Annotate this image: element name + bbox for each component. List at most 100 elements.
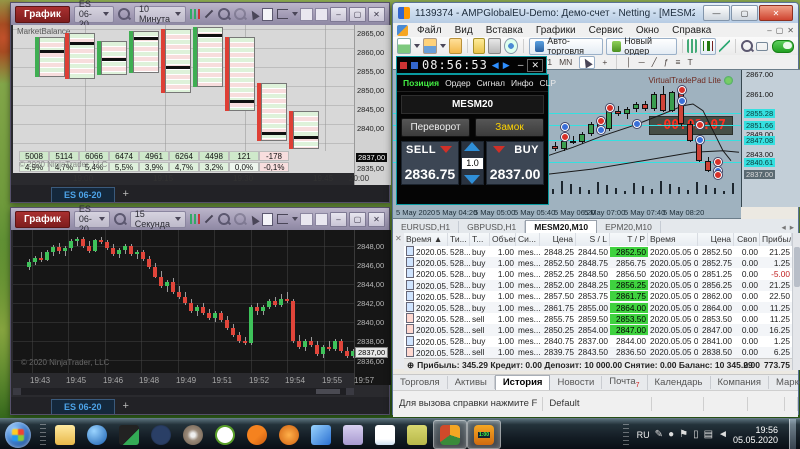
mdi-close-icon[interactable]: ✕ [787, 26, 794, 35]
clock-prev-icon[interactable]: ◀ [492, 60, 499, 71]
volume-value[interactable]: 1.0 [462, 157, 483, 169]
mdi-restore-icon[interactable]: ▢ [776, 26, 784, 35]
menu-item-сервис[interactable]: Сервис [583, 24, 629, 37]
chevron-down-icon[interactable] [439, 44, 446, 48]
table-row[interactable]: 2020.05...528...buy 1.00 mes... 2861.75 2855… [404, 301, 792, 314]
show-desktop-button[interactable] [789, 419, 796, 449]
taskbar-sticky-note-icon[interactable] [401, 421, 433, 448]
scroll-left-icon[interactable] [13, 388, 21, 395]
timeframe-mn[interactable]: MN [559, 57, 572, 67]
table-row[interactable]: 2020.05...528...buy 1.00 mes... 2852.00 2848… [404, 279, 792, 291]
candle-chart-type-icon[interactable] [700, 37, 717, 55]
mt5-titlebar[interactable]: 1139374 - AMPGlobalEU-Demo: Демо-счет - … [393, 3, 798, 23]
table-row[interactable]: 2020.05...528...sell 1.00 mes... 2855.75 285… [404, 313, 792, 324]
history-table-header[interactable]: Время ▲Ти...Т...ОбъемСи...ЦенаS / LT / P… [404, 233, 792, 247]
nt2-interval-select[interactable]: 15 Секунда [129, 209, 186, 229]
clock-minimize-button[interactable]: – [518, 60, 524, 71]
nt1-tab-es0620[interactable]: ES 06-20 [51, 187, 115, 202]
col-header-1[interactable]: Ти... [448, 233, 470, 246]
more-options-icon[interactable] [292, 217, 298, 221]
taskbar-clock[interactable]: 19:56 05.05.2020 [733, 425, 784, 445]
cursor-tool-icon[interactable] [579, 55, 596, 69]
draw-tool-3-icon[interactable]: ƒ [664, 57, 669, 67]
menu-item-вставка[interactable]: Вставка [480, 24, 529, 37]
taskbar-browser-sphere-icon[interactable] [81, 421, 113, 448]
col-header-10[interactable]: Своп [734, 233, 760, 246]
draw-pencil-icon[interactable] [204, 7, 214, 22]
vtp-tab-инфо[interactable]: Инфо [511, 78, 534, 88]
chart-tab-gbpusd[interactable]: GBPUSD,H1 [459, 221, 526, 233]
nt1-titlebar[interactable]: График ES 06-20 10 Минута – ▢ ✕ [11, 0, 389, 29]
notes-icon[interactable] [262, 7, 273, 22]
chart-style-icon[interactable] [190, 7, 200, 22]
toolbox-tab-маркет[interactable]: Маркет [769, 376, 800, 389]
mt5-price-axis[interactable]: 2867.00 2861.00 2849.00 2843.00 2855.28 2851.… [741, 70, 800, 207]
search-icon[interactable] [117, 7, 130, 22]
col-header-9[interactable]: Цена [698, 233, 734, 246]
nt2-candle-chart[interactable]: © 2020 NinjaTrader, LLC [13, 230, 354, 373]
link-square2-icon[interactable] [315, 212, 328, 226]
vtp-tab-позиция[interactable]: Позиция [403, 78, 439, 88]
chat-icon[interactable] [756, 39, 769, 54]
one-click-toggle[interactable] [771, 39, 794, 53]
chevron-down-icon[interactable] [413, 44, 420, 48]
sell-button[interactable]: SELL 2836.75 [401, 141, 459, 185]
nt1-add-tab-button[interactable]: + [117, 188, 135, 202]
menu-item-файл[interactable]: Файл [411, 24, 448, 37]
expand-icon[interactable]: ⊕ [404, 360, 417, 371]
volume-stepper[interactable]: 1.0 [460, 141, 485, 185]
link-square-icon[interactable] [300, 7, 313, 21]
mt5-close-button[interactable]: ✕ [759, 5, 793, 21]
tab-scroll-left-icon[interactable]: ◂ [781, 222, 785, 233]
table-row[interactable]: 2020.05...528...sell 1.00 mes... 2850.25 285… [404, 324, 792, 336]
nt1-minimize-button[interactable]: – [330, 6, 347, 22]
taskbar-daemon-tools-icon[interactable] [145, 421, 177, 448]
col-header-2[interactable]: Т... [470, 233, 490, 246]
toolbox-tab-календарь[interactable]: Календарь [648, 376, 711, 389]
data-folder-icon[interactable] [448, 38, 463, 54]
nt2-close-button[interactable]: ✕ [368, 211, 385, 227]
vtp-tab-clp[interactable]: CLP [540, 78, 557, 88]
table-row[interactable]: 2020.05...528...buy 1.00 mes... 2852.25 2848… [404, 268, 792, 279]
zoom-in-icon[interactable] [218, 7, 230, 22]
panel-icon[interactable] [277, 7, 288, 22]
autotrade-button[interactable]: Авто-торговля [529, 36, 603, 56]
nt2-add-tab-button[interactable]: + [117, 400, 135, 414]
clock-next-icon[interactable]: ▶ [503, 60, 510, 71]
cursor-icon[interactable] [248, 7, 260, 22]
bar-chart-type-icon[interactable] [687, 39, 698, 53]
scroll-right-icon[interactable] [346, 388, 354, 395]
vtp-clock-bar[interactable]: 08:56:53 ◀ ▶ – ✕ [396, 56, 547, 74]
taskbar-info-icon[interactable] [273, 421, 305, 448]
zoom-in-icon[interactable] [740, 39, 753, 54]
mdi-minimize-icon[interactable]: – [767, 26, 771, 35]
table-row[interactable]: 2020.05...528...buy 1.00 mes... 2848.25 2844… [404, 246, 792, 257]
col-header-7[interactable]: T / P [610, 233, 648, 246]
tray-icon-2[interactable]: ⚑ [679, 429, 688, 440]
draw-pencil-icon[interactable] [204, 212, 214, 227]
nt2-price-axis[interactable]: 2848,00 2846,00 2844,00 2842,00 2840,00 2838,… [354, 230, 391, 385]
tray-icon-1[interactable]: ● [668, 429, 674, 440]
draw-tool-0-icon[interactable]: │ [626, 57, 631, 67]
print-icon[interactable] [488, 38, 502, 54]
taskbar-snipping-icon[interactable] [337, 421, 369, 448]
tray-icon-3[interactable]: ▯ [693, 429, 699, 440]
draw-tool-2-icon[interactable]: ╱ [652, 57, 657, 68]
zoom-out-icon[interactable] [234, 7, 246, 22]
taskbar-notepad-icon[interactable] [369, 421, 401, 448]
table-row[interactable]: 2020.05...528...buy 1.00 mes... 2857.50 2853… [404, 290, 792, 302]
clock-close-button[interactable]: ✕ [527, 58, 543, 72]
volume-down-icon[interactable] [464, 175, 481, 184]
taskbar-swoosh-icon[interactable] [305, 421, 337, 448]
taskbar-media-player-icon[interactable]: 1:00 [467, 420, 501, 449]
nt1-close-button[interactable]: ✕ [368, 6, 385, 22]
toolbox-close-icon[interactable]: ✕ [395, 234, 402, 243]
buy-button[interactable]: BUY 2837.00 [486, 141, 544, 185]
menu-item-справка[interactable]: Справка [666, 24, 717, 37]
vtp-tab-сигнал[interactable]: Сигнал [477, 78, 505, 88]
nt1-interval-select[interactable]: 10 Минута [133, 4, 186, 24]
zoom-in-icon[interactable] [218, 212, 230, 227]
nt2-maximize-button[interactable]: ▢ [349, 211, 366, 227]
mt5-maximize-button[interactable]: ▢ [731, 5, 758, 21]
lock-button[interactable]: Замок [475, 118, 544, 137]
